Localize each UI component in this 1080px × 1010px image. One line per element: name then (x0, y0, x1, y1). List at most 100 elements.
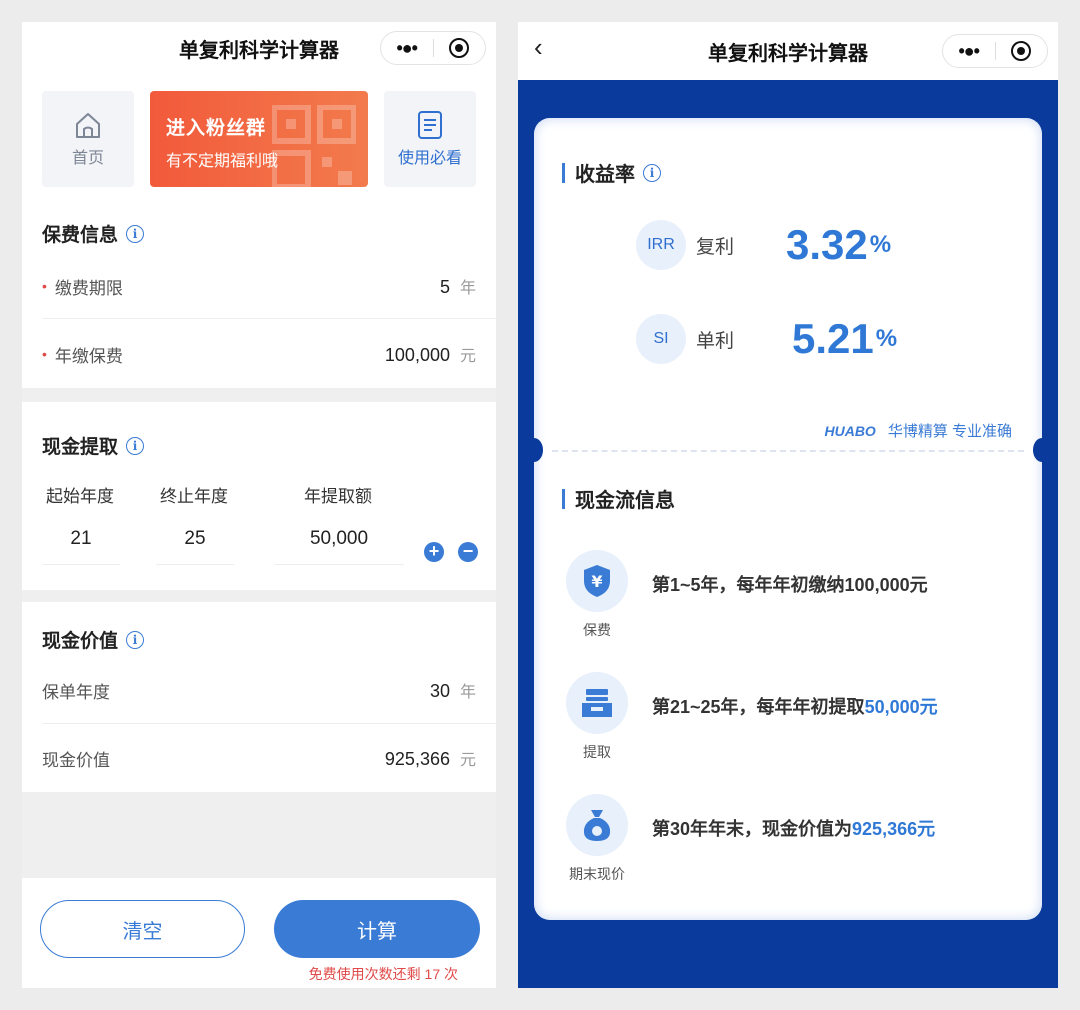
end-value-flow-main: 第30年年末，现金价值为 (652, 819, 853, 839)
cashflow-title: 现金流信息 (562, 484, 675, 513)
page-title: 单复利科学计算器 (708, 42, 868, 65)
more-icon[interactable]: •●• (943, 41, 995, 62)
annual-withdrawal-input[interactable]: 50,000 (274, 528, 404, 565)
home-icon (76, 113, 100, 138)
end-value-flow-amount: 925,366元 (852, 819, 936, 839)
irr-label: 复利 (696, 236, 735, 258)
policy-year-row[interactable]: 保单年度 30 年 (42, 656, 476, 724)
qr-code-icon (272, 105, 356, 187)
irr-badge: IRR (636, 220, 686, 270)
policy-year-unit: 年 (459, 684, 476, 701)
cash-value-title: 现金价值 i (42, 626, 145, 653)
cashflow-item-end-value: 期末现价 第30年年末，现金价值为925,366元 (564, 794, 935, 884)
brand-text: 华博精算 专业准确 (887, 423, 1012, 440)
target-close-icon (1011, 41, 1032, 61)
payment-term-row[interactable]: • 缴费期限 5年 (42, 252, 476, 320)
add-row-button[interactable]: + (424, 542, 444, 562)
withdraw-flow-main: 第21~25年，每年年初提取 (652, 697, 865, 717)
withdraw-icon-wrap: 提取 (564, 672, 630, 762)
cash-withdrawal-title-text: 现金提取 (42, 437, 119, 458)
policy-year-value: 30 (429, 681, 450, 701)
cashflow-title-text: 现金流信息 (575, 490, 675, 512)
si-badge: SI (636, 314, 686, 364)
remaining-uses-text: 免费使用次数还剩 17 次 (308, 966, 458, 982)
annual-premium-field[interactable]: 100,000 元 (385, 342, 476, 366)
annual-premium-label-wrap: • 年缴保费 (42, 342, 123, 367)
cashflow-item-premium: ¥ 保费 第1~5年，每年年初缴纳100,000元 (564, 550, 928, 640)
policy-year-label: 保单年度 (42, 682, 110, 702)
left-phone-screen: 单复利科学计算器 •●• 首页 进入粉丝群 有不定期福利哦 使用必看 保费信息 … (22, 22, 496, 988)
si-row: SI 单利 5.21 % (636, 314, 897, 364)
premium-icon-wrap: ¥ 保费 (564, 550, 630, 640)
payment-term-value: 5 (439, 277, 450, 297)
fan-group-banner[interactable]: 进入粉丝群 有不定期福利哦 (150, 91, 368, 187)
ticket-notch-left (525, 438, 543, 462)
premium-flow-text: 第1~5年，每年年初缴纳100,000元 (652, 575, 928, 595)
usage-guide-button[interactable]: 使用必看 (384, 91, 476, 187)
payment-term-label: 缴费期限 (54, 278, 123, 298)
irr-percent: % (869, 231, 892, 258)
payment-term-field[interactable]: 5年 (440, 274, 476, 298)
si-value: 5.21 (792, 315, 874, 362)
huabo-logo: HUABO (824, 422, 876, 439)
clear-button[interactable]: 清空 (40, 900, 245, 958)
close-button[interactable] (995, 41, 1047, 61)
result-card: 收益率 i IRR 复利 3.32 % SI 单利 5.21 % HUABO 华… (525, 118, 1051, 920)
title-accent-bar (562, 162, 565, 183)
svg-text:¥: ¥ (591, 572, 602, 591)
more-icon[interactable]: •●• (381, 38, 433, 59)
back-icon[interactable]: ‹ (534, 34, 543, 60)
home-label: 首页 (71, 150, 104, 167)
page-title: 单复利科学计算器 (179, 39, 339, 62)
premium-info-section: 保费信息 i • 缴费期限 5年 • 年缴保费 100,000 元 (22, 196, 496, 388)
remove-row-button[interactable]: − (458, 542, 478, 562)
miniprogram-capsule: •●• (380, 31, 486, 65)
yield-title: 收益率 i (562, 158, 661, 187)
home-button[interactable]: 首页 (42, 91, 134, 187)
calculate-button[interactable]: 计算 (274, 900, 480, 958)
cash-value-label: 现金价值 (42, 750, 110, 770)
info-icon[interactable]: i (126, 224, 145, 243)
bottom-action-bar: 清空 计算 免费使用次数还剩 17 次 (22, 878, 496, 988)
start-year-input[interactable]: 21 (42, 528, 120, 565)
close-button[interactable] (433, 38, 485, 58)
end-year-input[interactable]: 25 (156, 528, 234, 565)
annual-premium-value: 100,000 (384, 345, 450, 365)
yield-title-text: 收益率 (575, 164, 635, 186)
cashflow-item-withdraw: 提取 第21~25年，每年年初提取50,000元 (564, 672, 938, 762)
required-mark: • (42, 346, 47, 362)
required-mark: • (42, 278, 47, 294)
withdraw-caption: 提取 (583, 744, 611, 760)
money-bag-icon (566, 794, 628, 856)
info-icon[interactable]: i (126, 436, 145, 455)
navbar: 单复利科学计算器 •●• (22, 22, 496, 74)
premium-caption: 保费 (583, 622, 611, 638)
irr-value: 3.32 (786, 221, 868, 268)
annual-premium-unit: 元 (459, 348, 476, 365)
usage-guide-label: 使用必看 (397, 150, 462, 167)
info-icon[interactable]: i (126, 630, 145, 649)
cash-value-unit: 元 (459, 752, 476, 769)
cash-value-field: 925,366 元 (385, 746, 476, 770)
start-year-header: 起始年度 (46, 487, 114, 506)
premium-info-title: 保费信息 i (42, 220, 145, 247)
cash-value-title-text: 现金价值 (42, 631, 119, 652)
si-percent: % (875, 325, 898, 352)
document-icon (418, 111, 442, 139)
annual-premium-row[interactable]: • 年缴保费 100,000 元 (42, 320, 476, 388)
divider (42, 318, 496, 319)
end-year-header: 终止年度 (160, 487, 228, 506)
miniprogram-capsule: •●• (942, 34, 1048, 68)
end-value-icon-wrap: 期末现价 (564, 794, 630, 884)
end-value-flow-text: 第30年年末，现金价值为925,366元 (652, 815, 935, 841)
withdraw-flow-text: 第21~25年，每年年初提取50,000元 (652, 693, 938, 719)
dashed-divider (552, 450, 1024, 452)
cash-value-row: 现金价值 925,366 元 (42, 724, 476, 792)
withdraw-flow-amount: 50,000元 (864, 697, 938, 717)
payment-term-unit: 年 (459, 280, 476, 297)
info-icon[interactable]: i (643, 163, 661, 182)
cash-withdrawal-section: 现金提取 i 起始年度 终止年度 年提取额 21 25 50,000 + − (22, 402, 496, 590)
cash-value-amount: 925,366 (384, 749, 450, 769)
navbar: ‹ 单复利科学计算器 •●• (518, 22, 1058, 80)
policy-year-field[interactable]: 30 年 (430, 678, 476, 702)
